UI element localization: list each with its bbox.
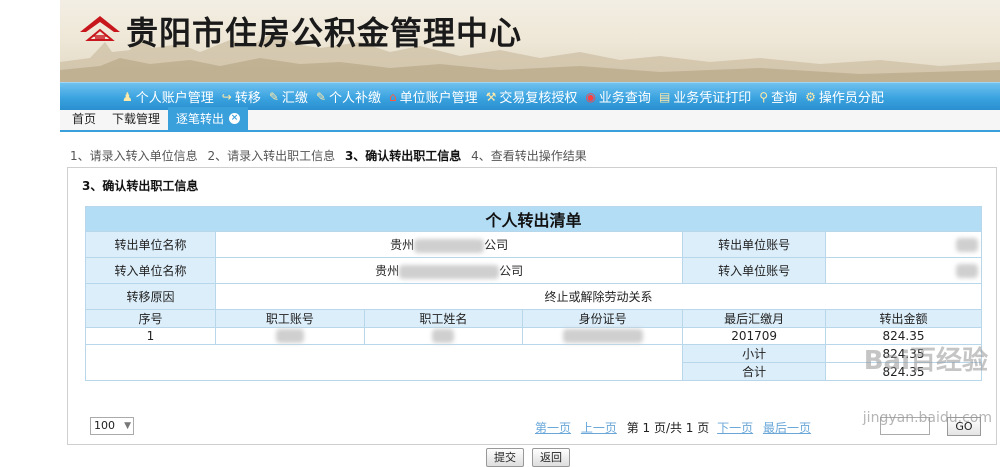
out-unit-account-value xyxy=(824,231,983,258)
row-name xyxy=(363,327,523,345)
page-links: 第一页 上一页 第 1 页/共 1 页 下一页 最后一页 xyxy=(535,419,817,436)
tab-bar: 首页 下载管理 逐笔转出 × xyxy=(60,107,1000,132)
document-icon: ▤ xyxy=(658,89,671,104)
pen-icon: ✎ xyxy=(268,89,279,104)
col-header-last-month: 最后汇缴月 xyxy=(682,309,826,328)
step-indicator: 1、请录入转入单位信息 2、请录入转出职工信息 3、确认转出职工信息 4、查看转… xyxy=(70,147,593,164)
gear-icon: ⚙ xyxy=(805,89,816,104)
step-1: 1、请录入转入单位信息 xyxy=(70,149,198,163)
close-icon[interactable]: × xyxy=(229,113,241,124)
tab-download-manage[interactable]: 下载管理 xyxy=(104,107,168,130)
main-content: 1、请录入转入单位信息 2、请录入转出职工信息 3、确认转出职工信息 4、查看转… xyxy=(60,134,1000,467)
transfer-icon: ↪ xyxy=(221,89,232,104)
row-last-month: 201709 xyxy=(682,327,826,345)
nav-personal-supplement[interactable]: ✎ 个人补缴 xyxy=(315,87,381,107)
search-icon: ⚲ xyxy=(759,89,769,104)
people-icon: ♟ xyxy=(122,89,133,104)
out-unit-name-label: 转出单位名称 xyxy=(85,231,216,258)
page-info: 第 1 页/共 1 页 xyxy=(626,421,710,435)
chevron-down-icon: ▼ xyxy=(124,421,131,431)
col-header-amount: 转出金额 xyxy=(824,309,983,328)
next-page-link[interactable]: 下一页 xyxy=(717,421,753,435)
step-4: 4、查看转出操作结果 xyxy=(471,149,587,163)
step-2: 2、请录入转出职工信息 xyxy=(207,149,336,163)
col-header-account: 职工账号 xyxy=(214,309,365,328)
nav-unit-account[interactable]: ⌂ 单位账户管理 xyxy=(389,87,478,107)
main-nav-bar: ♟ 个人账户管理 ↪ 转移 ✎ 汇缴 ✎ 个人补缴 ⌂ 单位账户管理 ⚒ 交易复核授权 ◉ 业… xyxy=(60,82,1000,110)
table-row: 1 201709 824.35 xyxy=(85,327,983,345)
row-index: 1 xyxy=(85,327,216,345)
prev-page-link[interactable]: 上一页 xyxy=(581,421,617,435)
step-3-current: 3、确认转出职工信息 xyxy=(344,149,462,163)
row-id xyxy=(521,327,684,345)
back-button[interactable]: 返回 xyxy=(532,448,570,467)
col-header-name: 职工姓名 xyxy=(363,309,523,328)
tab-single-transfer-out[interactable]: 逐笔转出 × xyxy=(168,107,249,130)
pagination-bar: 100 ▼ 第一页 上一页 第 1 页/共 1 页 下一页 最后一页 GO xyxy=(85,416,982,436)
nav-transfer[interactable]: ↪ 转移 xyxy=(221,87,261,107)
subtotal-label: 小计 xyxy=(682,344,826,363)
tools-icon: ⚒ xyxy=(485,89,497,104)
query-icon: ◉ xyxy=(585,89,596,104)
out-unit-account-label: 转出单位账号 xyxy=(682,231,826,258)
nav-business-query[interactable]: ◉ 业务查询 xyxy=(585,87,651,107)
home-icon: ⌂ xyxy=(389,89,397,104)
nav-voucher-print[interactable]: ▤ 业务凭证打印 xyxy=(658,87,751,107)
transfer-sheet-table: 个人转出清单 转出单位名称 贵州 公司 转出单位账号 转入单位名称 贵州 公司 转入… xyxy=(84,206,983,381)
in-unit-name-label: 转入单位名称 xyxy=(85,257,216,284)
nav-personal-account[interactable]: ♟ 个人账户管理 xyxy=(122,87,214,107)
in-unit-account-label: 转入单位账号 xyxy=(682,257,826,284)
last-page-link[interactable]: 最后一页 xyxy=(763,421,811,435)
reason-value: 终止或解除劳动关系 xyxy=(214,283,983,310)
total-label: 合计 xyxy=(682,362,826,381)
first-page-link[interactable]: 第一页 xyxy=(535,421,571,435)
nav-operator-assign[interactable]: ⚙ 操作员分配 xyxy=(805,87,884,107)
in-unit-account-value xyxy=(824,257,983,284)
site-title: 贵阳市住房公积金管理中心 xyxy=(126,14,523,52)
tab-home[interactable]: 首页 xyxy=(64,107,104,130)
app-window: 贵阳市住房公积金管理中心 ♟ 个人账户管理 ↪ 转移 ✎ 汇缴 ✎ 个人补缴 ⌂ 单位账户… xyxy=(0,0,1000,467)
in-unit-name-value: 贵州 公司 xyxy=(214,257,684,284)
out-unit-name-value: 贵州 公司 xyxy=(214,231,684,258)
nav-review-auth[interactable]: ⚒ 交易复核授权 xyxy=(485,87,578,107)
submit-button[interactable]: 提交 xyxy=(486,448,524,467)
col-header-id: 身份证号 xyxy=(521,309,684,328)
page-size-select[interactable]: 100 ▼ xyxy=(90,417,134,435)
watermark-url: jingyan.baidu.com xyxy=(862,410,992,426)
nav-query[interactable]: ⚲ 查询 xyxy=(759,87,797,107)
confirm-panel: 3、确认转出职工信息 个人转出清单 转出单位名称 贵州 公司 转出单位账号 转入… xyxy=(67,167,997,467)
reason-label: 转移原因 xyxy=(85,283,216,310)
panel-title: 3、确认转出职工信息 xyxy=(82,179,199,193)
nav-remittance[interactable]: ✎ 汇缴 xyxy=(268,87,308,107)
tab-label: 逐笔转出 xyxy=(176,112,225,126)
col-header-index: 序号 xyxy=(85,309,216,328)
housing-fund-logo-icon xyxy=(80,16,120,41)
row-account xyxy=(214,327,365,345)
summary-blank xyxy=(84,344,684,381)
header-banner: 贵阳市住房公积金管理中心 xyxy=(60,0,1000,82)
pen-icon: ✎ xyxy=(315,89,326,104)
sheet-title: 个人转出清单 xyxy=(85,206,982,232)
watermark-logo: Bai百经验 xyxy=(863,346,988,376)
